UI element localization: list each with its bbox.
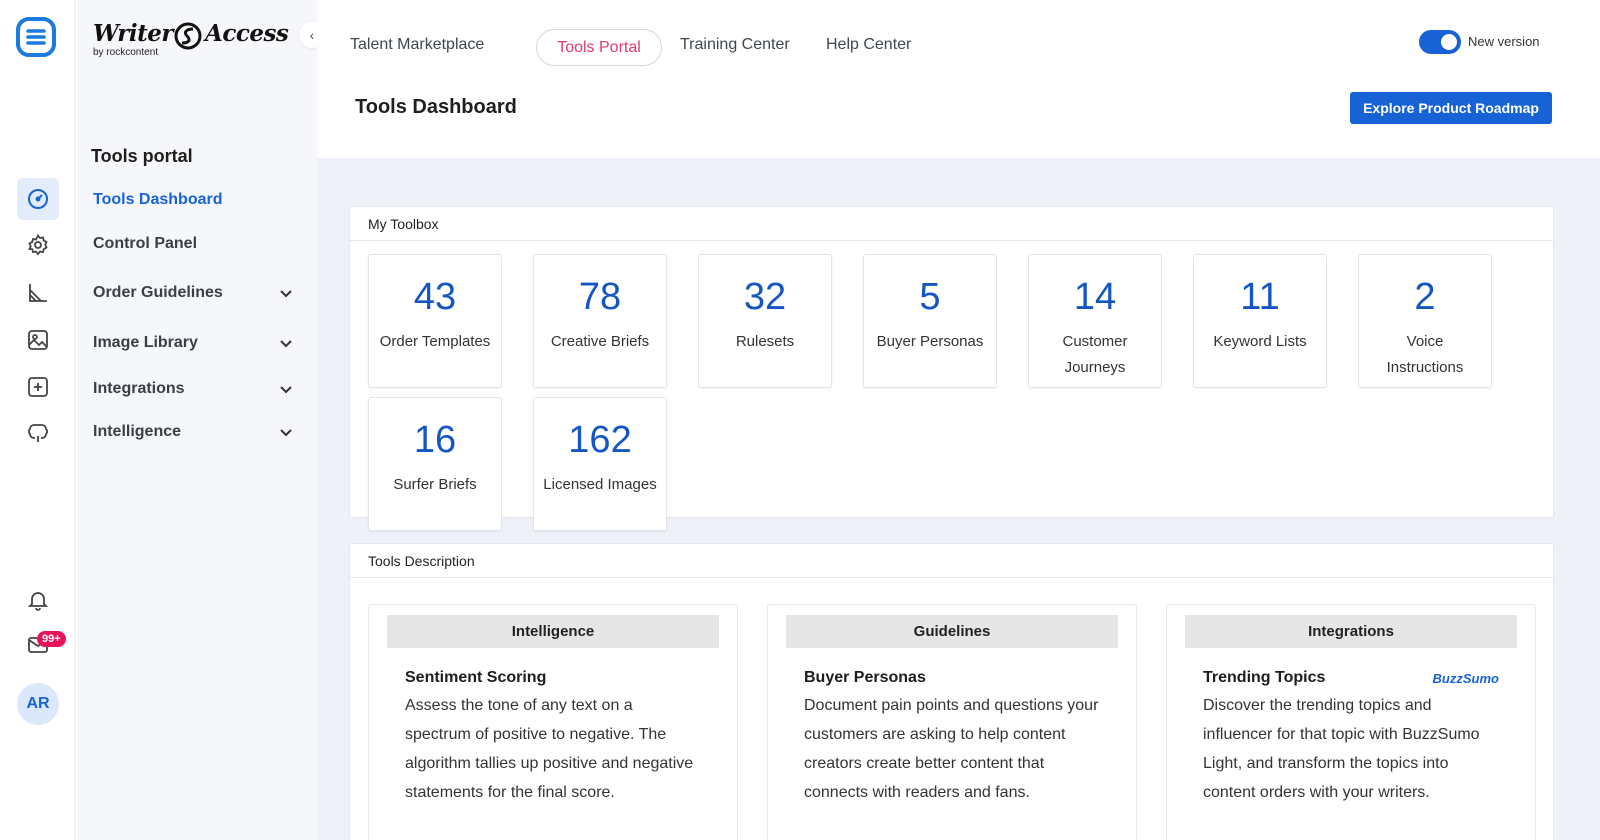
description-column-integrations: Integrations Trending Topics BuzzSumo Di… bbox=[1166, 604, 1536, 840]
tile-label: Customer Journeys bbox=[1062, 333, 1128, 376]
tile-count: 14 bbox=[1073, 276, 1117, 318]
new-version-label: New version bbox=[1468, 34, 1540, 49]
nav-tools-portal[interactable]: Tools Portal bbox=[536, 29, 662, 66]
tile-surfer-briefs[interactable]: 16 Surfer Briefs bbox=[368, 397, 502, 531]
top-header: Talent Marketplace Tools Portal Training… bbox=[317, 0, 1600, 158]
sidebar-item-label: Order Guidelines bbox=[93, 284, 223, 301]
nav-talent-marketplace[interactable]: Talent Marketplace bbox=[350, 36, 484, 54]
page-title: Tools Dashboard bbox=[355, 96, 517, 118]
rail-images-button[interactable] bbox=[17, 319, 59, 361]
image-icon bbox=[28, 330, 48, 350]
column-category: Integrations bbox=[1185, 615, 1517, 648]
column-category: Intelligence bbox=[387, 615, 719, 648]
sidebar-title: Tools portal bbox=[91, 146, 193, 166]
column-description: Discover the trending topics and influen… bbox=[1203, 697, 1480, 801]
nav-help-center[interactable]: Help Center bbox=[826, 36, 911, 54]
sidebar-item-intelligence[interactable]: Intelligence bbox=[93, 423, 293, 441]
tile-order-templates[interactable]: 43 Order Templates bbox=[368, 254, 502, 388]
description-column-guidelines: Guidelines Buyer Personas Document pain … bbox=[767, 604, 1137, 840]
rail-settings-button[interactable] bbox=[17, 224, 59, 266]
sidebar-item-label: Image Library bbox=[93, 334, 198, 351]
tile-label: Licensed Images bbox=[543, 476, 657, 493]
chevron-down-icon bbox=[280, 340, 292, 348]
tile-label: Voice Instructions bbox=[1386, 333, 1464, 376]
tile-creative-briefs[interactable]: 78 Creative Briefs bbox=[533, 254, 667, 388]
chevron-left-icon: ‹ bbox=[309, 27, 315, 43]
sidebar: Writer Access by rockcontent ‹ Tools por… bbox=[77, 0, 325, 840]
tile-count: 5 bbox=[919, 276, 941, 318]
chart-triangle-icon bbox=[29, 284, 47, 302]
tile-count: 2 bbox=[1414, 276, 1436, 318]
tile-count: 11 bbox=[1240, 276, 1280, 318]
sidebar-item-label: Control Panel bbox=[93, 235, 198, 252]
bell-icon bbox=[27, 592, 49, 611]
brand-logo[interactable]: Writer Access by rockcontent bbox=[93, 20, 289, 60]
tile-count: 162 bbox=[568, 419, 632, 461]
chevron-down-icon bbox=[280, 429, 292, 437]
dashboard-gauge-icon bbox=[28, 189, 48, 209]
gear-icon bbox=[28, 233, 48, 256]
tile-customer-journeys[interactable]: 14 Customer Journeys bbox=[1028, 254, 1162, 388]
main-content: Talent Marketplace Tools Portal Training… bbox=[317, 0, 1600, 840]
messages-count-badge: 99+ bbox=[37, 631, 66, 647]
tile-label: Creative Briefs bbox=[550, 333, 650, 350]
sidebar-item-label: Intelligence bbox=[93, 423, 182, 440]
chevron-down-icon bbox=[280, 290, 292, 298]
tile-count: 43 bbox=[413, 276, 457, 318]
rail-notifications-button[interactable] bbox=[17, 579, 59, 621]
toolbox-card-title: My Toolbox bbox=[350, 207, 1553, 241]
brain-icon bbox=[27, 424, 49, 442]
tile-rulesets[interactable]: 32 Rulesets bbox=[698, 254, 832, 388]
new-version-toggle[interactable] bbox=[1419, 30, 1461, 54]
plus-square-icon bbox=[28, 377, 48, 397]
sidebar-item-control-panel[interactable]: Control Panel bbox=[93, 235, 293, 253]
brand-word-writer: Writer bbox=[93, 20, 174, 47]
column-description: Document pain points and questions your … bbox=[804, 697, 1099, 801]
sidebar-item-tools-dashboard[interactable]: Tools Dashboard bbox=[93, 191, 293, 209]
tile-label: Rulesets bbox=[735, 333, 795, 350]
user-avatar[interactable]: AR bbox=[17, 683, 59, 725]
app-logo-icon[interactable] bbox=[15, 16, 57, 58]
tile-buyer-personas[interactable]: 5 Buyer Personas bbox=[863, 254, 997, 388]
description-column-intelligence: Intelligence Sentiment Scoring Assess th… bbox=[368, 604, 738, 840]
tile-label: Keyword Lists bbox=[1213, 333, 1307, 350]
tile-keyword-lists[interactable]: 11 Keyword Lists bbox=[1193, 254, 1327, 388]
column-tool-name[interactable]: Sentiment Scoring bbox=[405, 669, 701, 687]
sidebar-item-label: Tools Dashboard bbox=[93, 191, 223, 208]
brand-word-access: Access bbox=[205, 20, 289, 47]
column-description: Assess the tone of any text on a spectru… bbox=[405, 697, 694, 801]
tile-count: 32 bbox=[743, 276, 787, 318]
tools-description-card: Tools Description Intelligence Sentiment… bbox=[349, 543, 1554, 840]
tile-licensed-images[interactable]: 162 Licensed Images bbox=[533, 397, 667, 531]
toolbox-card: My Toolbox 43 Order Templates 78 Creativ… bbox=[349, 206, 1554, 531]
column-tool-name[interactable]: Buyer Personas bbox=[804, 669, 1100, 687]
column-category: Guidelines bbox=[786, 615, 1118, 648]
brand-swirl-icon bbox=[174, 22, 202, 50]
tile-label: Surfer Briefs bbox=[393, 476, 477, 493]
rail-add-button[interactable] bbox=[17, 366, 59, 408]
sidebar-item-integrations[interactable]: Integrations bbox=[93, 380, 293, 398]
buzzsumo-logo: BuzzSumo bbox=[1432, 670, 1499, 686]
tile-count: 78 bbox=[578, 276, 622, 318]
column-tool-name[interactable]: Trending Topics BuzzSumo bbox=[1203, 669, 1499, 687]
icon-rail: 99+ AR bbox=[0, 0, 76, 840]
tile-label: Buyer Personas bbox=[876, 333, 984, 350]
explore-roadmap-button[interactable]: Explore Product Roadmap bbox=[1350, 92, 1552, 124]
tile-label: Order Templates bbox=[379, 333, 491, 350]
nav-training-center[interactable]: Training Center bbox=[680, 36, 790, 54]
brand-byline: by rockcontent bbox=[93, 47, 159, 58]
sidebar-item-label: Integrations bbox=[93, 380, 185, 397]
sidebar-item-image-library[interactable]: Image Library bbox=[93, 334, 293, 352]
sidebar-item-order-guidelines[interactable]: Order Guidelines bbox=[93, 284, 293, 302]
rail-dashboard-button[interactable] bbox=[17, 178, 59, 220]
rail-intelligence-button[interactable] bbox=[17, 412, 59, 454]
tile-voice-instructions[interactable]: 2 Voice Instructions bbox=[1358, 254, 1492, 388]
rail-analytics-button[interactable] bbox=[17, 272, 59, 314]
tools-description-title: Tools Description bbox=[350, 544, 1553, 578]
chevron-down-icon bbox=[280, 386, 292, 394]
tile-count: 16 bbox=[413, 419, 457, 461]
